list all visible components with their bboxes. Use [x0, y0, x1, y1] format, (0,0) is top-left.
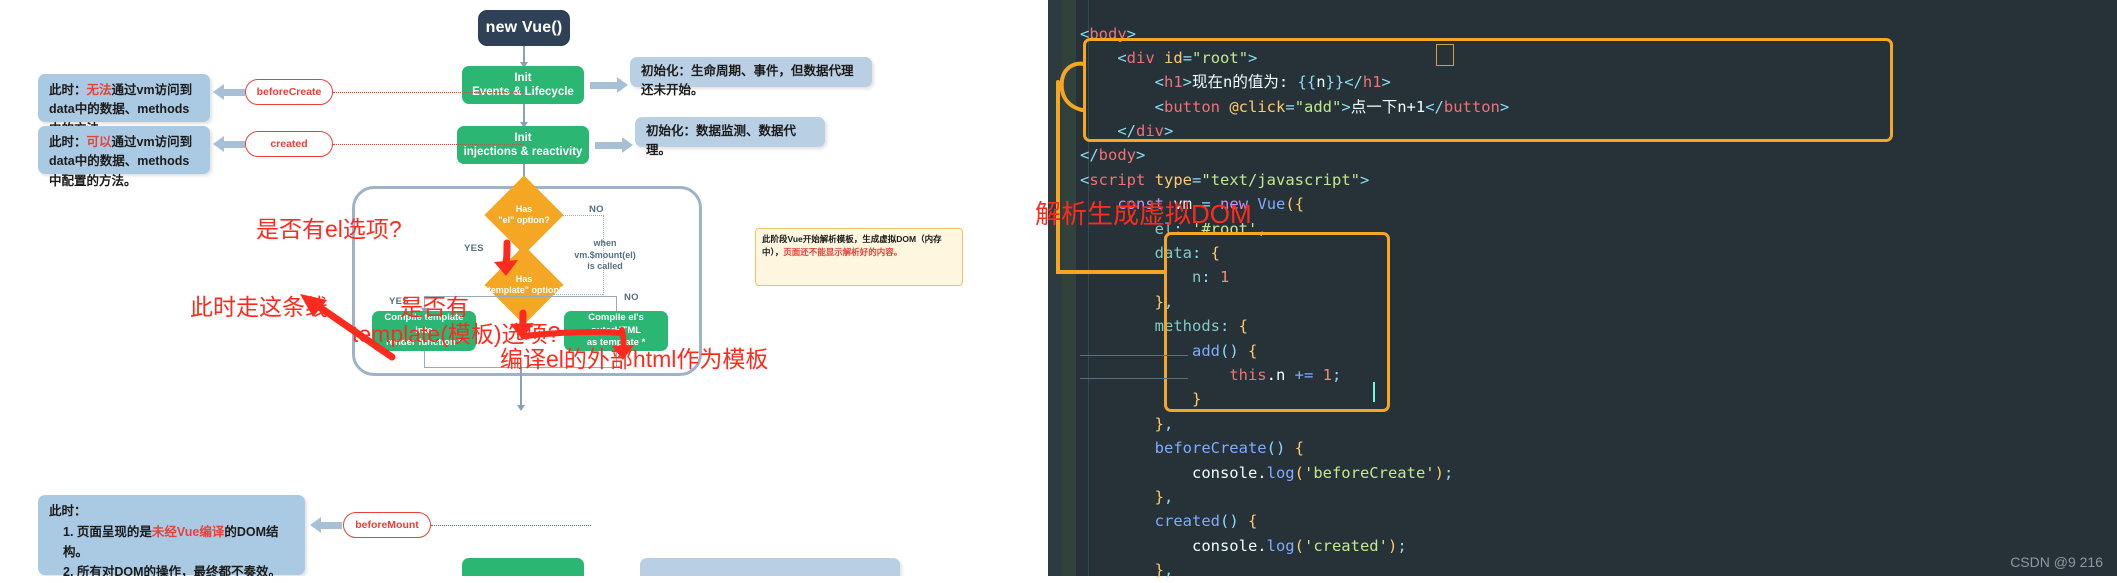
- merge-left-v: [424, 351, 426, 367]
- code-line: },: [1154, 561, 1174, 580]
- arrow-head: [213, 84, 224, 100]
- code-line: beforeCreate() {: [1154, 439, 1304, 458]
- hook-before-mount: beforeMount: [343, 512, 431, 538]
- callout-init-events-label: 初始化：生命周期、事件，但数据代理还未开始。: [641, 64, 854, 98]
- arrow-bar: [321, 521, 342, 529]
- text-caret[interactable]: [1373, 382, 1375, 402]
- annotation-compile-outer-cn: 编译el的外部html作为模板: [500, 346, 769, 372]
- callout-created-pre: 此时：: [49, 135, 87, 149]
- callout-before-mount-list: 1. 页面呈现的是未经Vue编译的DOM结构。 2. 所有对DOM的操作，最终都…: [49, 523, 294, 576]
- node-init-events-label: Init Events & Lifecycle: [472, 71, 574, 98]
- note-virtual-dom: 此阶段Vue开始解析模板，生成虚拟DOM（内存中），页面还不能显示解析好的内容。: [755, 228, 963, 286]
- node-new-vue: new Vue(): [478, 10, 570, 46]
- annotation-parse-vdom-cn: 解析生成虚拟DOM: [1035, 199, 1252, 229]
- arrow-bar: [590, 81, 617, 89]
- edge-label-yes-el: YES: [464, 243, 484, 254]
- callout-init-events: 初始化：生命周期、事件，但数据代理还未开始。: [630, 57, 872, 97]
- callout-before-mount: 此时： 1. 页面呈现的是未经Vue编译的DOM结构。 2. 所有对DOM的操作…: [38, 495, 305, 576]
- callout-before-create: 此时：无法通过vm访问到data中的数据、methods中的方法。: [38, 74, 210, 136]
- code-line: </body>: [1080, 146, 1146, 165]
- node-init-events-lifecycle: Init Events & Lifecycle: [462, 66, 584, 104]
- inline-cursor-box: [1436, 44, 1454, 66]
- dotted-link-before-create: [333, 92, 523, 93]
- code-editor[interactable]: <body> <div id="root"> <h1>现在n的值为: {{n}}…: [1035, 0, 2117, 579]
- callout-created: 此时：可以通过vm访问到data中的数据、methods中配置的方法。: [38, 126, 210, 188]
- code-line: },: [1154, 487, 1174, 506]
- list-item: 1. 页面呈现的是未经Vue编译的DOM结构。: [63, 523, 294, 562]
- code-line: console.log('created');: [1191, 536, 1407, 555]
- screenshot-root: new Vue() Init Events & Lifecycle Init i…: [0, 0, 2117, 579]
- arrow-head: [213, 136, 224, 152]
- callout-bottom-partial: [640, 558, 900, 576]
- node-init-injections-label: Init injections & reactivity: [463, 131, 583, 158]
- hook-before-create: beforeCreate: [245, 79, 333, 105]
- arrow-head: [617, 77, 628, 93]
- split-line-right-v: [616, 296, 618, 312]
- arrow-head: [622, 137, 633, 153]
- editor-gutter-saved: [1062, 0, 1076, 576]
- dotted-link-created: [333, 144, 523, 145]
- current-line-highlight: [1080, 355, 1188, 379]
- callout-init-injections: 初始化：数据监测、数据代理。: [635, 117, 825, 157]
- list-item-hl: 未经Vue编译: [151, 525, 225, 540]
- hook-before-create-label: beforeCreate: [256, 86, 322, 98]
- callout-created-hl: 可以: [86, 135, 112, 149]
- arrow-to-created-note: [213, 136, 245, 152]
- editor-left-margin: [1040, 0, 1048, 576]
- highlight-box-template: [1083, 38, 1893, 142]
- edge-label-no-el: NO: [589, 204, 604, 215]
- arrow-to-beforecreate-note: [213, 84, 245, 100]
- dotted-link-before-mount: [431, 525, 591, 526]
- arrow-to-init-events-note: [590, 77, 628, 93]
- arrow-head: [310, 517, 321, 533]
- editor-gutter-modified: [1048, 0, 1062, 576]
- node-new-vue-label: new Vue(): [485, 19, 563, 36]
- note-virtual-dom-hl: 页面还不能显示解析好的内容。: [783, 246, 903, 257]
- annotation-has-el-cn: 是否有el选项?: [256, 216, 402, 242]
- arrow-bar: [224, 88, 245, 96]
- annotation-this-path-cn: 此时走这条线: [190, 294, 328, 320]
- code-line: },: [1154, 414, 1174, 433]
- edge-label-no-template: NO: [624, 292, 639, 303]
- vue-lifecycle-flowchart: new Vue() Init Events & Lifecycle Init i…: [0, 0, 1040, 576]
- dotted-no-el-to-template: [553, 294, 603, 295]
- code-line: created() {: [1154, 512, 1258, 531]
- hook-before-mount-label: beforeMount: [355, 519, 419, 531]
- arrow-to-init-injections-note: [595, 137, 633, 153]
- code-line: console.log('beforeCreate');: [1191, 463, 1454, 482]
- node-init-injections-reactivity: Init injections & reactivity: [457, 126, 589, 164]
- arrow-bar: [595, 141, 622, 149]
- list-item-pre: 2. 所有对DOM的操作，最终都不奏效。: [63, 565, 282, 576]
- callout-before-mount-title: 此时：: [49, 504, 87, 518]
- callout-before-create-hl: 无法: [86, 83, 112, 97]
- callout-init-injections-label: 初始化：数据监测、数据代理。: [646, 124, 797, 158]
- edge-label-when-mount: when vm.$mount(el) is called: [574, 238, 636, 272]
- arrow-to-beforemount-note: [310, 517, 342, 533]
- arrow-bar: [224, 140, 245, 148]
- watermark: CSDN @9 216: [2010, 554, 2103, 570]
- dotted-no-el-h: [553, 215, 604, 216]
- arrow-merge-beforemount: [517, 405, 525, 411]
- highlight-box-options: [1164, 232, 1390, 412]
- list-item-pre: 1. 页面呈现的是: [63, 525, 152, 540]
- hook-created: created: [245, 131, 333, 157]
- list-item: 2. 所有对DOM的操作，最终都不奏效。: [63, 563, 294, 576]
- hook-created-label: created: [270, 138, 308, 150]
- code-line: <script type="text/javascript">: [1080, 170, 1370, 189]
- callout-before-create-pre: 此时：: [49, 83, 87, 97]
- node-bottom-partial: [462, 558, 584, 576]
